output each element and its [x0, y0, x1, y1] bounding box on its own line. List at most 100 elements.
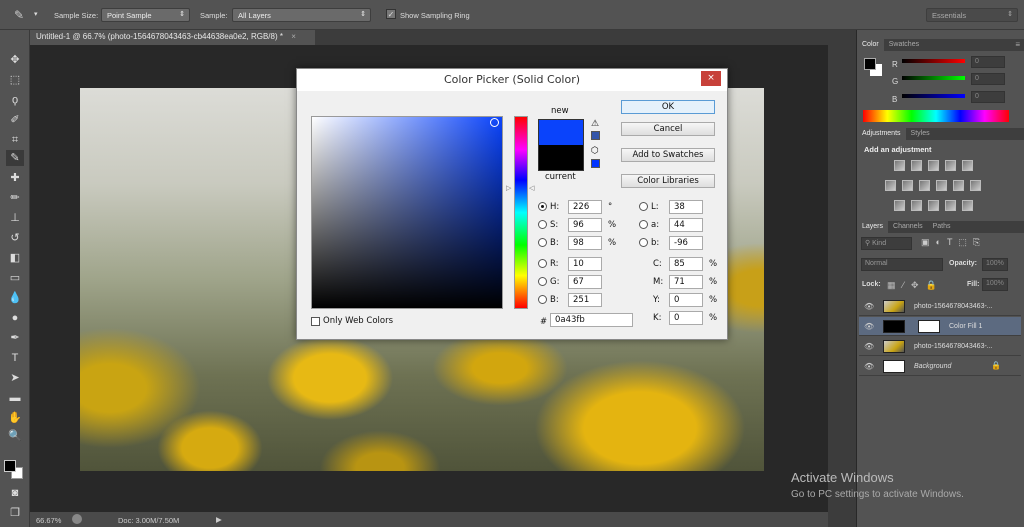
cmyk-1-input[interactable]: 71 — [669, 275, 703, 289]
hand-tool-icon[interactable]: ✋ — [6, 410, 24, 426]
layer-row[interactable]: 👁 photo-1564678043463-... — [859, 297, 1021, 316]
out-of-gamut-warning-icon[interactable]: ⚠ — [591, 119, 599, 129]
photo-filter-icon[interactable] — [936, 180, 947, 191]
exposure-icon[interactable] — [945, 160, 956, 171]
lab-0-radio[interactable] — [639, 202, 648, 211]
g-slider[interactable] — [902, 76, 965, 80]
rgb-1-radio[interactable] — [538, 277, 547, 286]
tab-adjustments[interactable]: Adjustments — [857, 128, 906, 140]
color-libraries-button[interactable]: Color Libraries — [621, 174, 715, 188]
r-slider[interactable] — [902, 59, 965, 63]
hsb-1-label-row[interactable]: S: — [538, 220, 558, 230]
lab-0-input[interactable]: 38 — [669, 200, 703, 214]
visibility-eye-icon[interactable]: 👁 — [864, 302, 874, 311]
b-slider[interactable] — [902, 94, 965, 98]
current-color-swatch[interactable] — [539, 145, 583, 170]
brightness-contrast-icon[interactable] — [894, 160, 905, 171]
levels-icon[interactable] — [911, 160, 922, 171]
tab-swatches[interactable]: Swatches — [884, 39, 924, 51]
hex-input[interactable]: 0a43fb — [550, 313, 633, 327]
zoom-level[interactable]: 66.67% — [36, 516, 61, 525]
hsb-1-input[interactable]: 96 — [568, 218, 602, 232]
cmyk-0-input[interactable]: 85 — [669, 257, 703, 271]
gradient-map-icon[interactable] — [962, 200, 973, 211]
workspace-select[interactable]: Essentials — [926, 8, 1018, 22]
gradient-tool-icon[interactable]: ▭ — [6, 270, 24, 286]
rgb-0-label-row[interactable]: R: — [538, 259, 559, 269]
type-tool-icon[interactable]: T — [6, 350, 24, 366]
cmyk-2-input[interactable]: 0 — [669, 293, 703, 307]
visibility-eye-icon[interactable]: 👁 — [864, 342, 874, 351]
color-lookup-icon[interactable] — [970, 180, 981, 191]
document-tab[interactable]: Untitled-1 @ 66.7% (photo-1564678043463-… — [30, 30, 315, 45]
dodge-tool-icon[interactable]: ● — [6, 310, 24, 326]
cancel-button[interactable]: Cancel — [621, 122, 715, 136]
rgb-0-radio[interactable] — [538, 259, 547, 268]
panel-menu-icon[interactable]: ≡ — [1015, 40, 1020, 49]
quick-select-tool-icon[interactable]: ✐ — [6, 112, 24, 128]
hue-saturation-icon[interactable] — [885, 180, 896, 191]
rgb-2-radio[interactable] — [538, 295, 547, 304]
crop-tool-icon[interactable]: ⌗ — [6, 132, 24, 148]
color-field[interactable] — [311, 116, 503, 309]
rgb-0-input[interactable]: 10 — [568, 257, 602, 271]
healing-brush-tool-icon[interactable]: ✚ — [6, 170, 24, 186]
g-value[interactable]: 0 — [971, 73, 1005, 85]
curves-icon[interactable] — [928, 160, 939, 171]
layer-filter-icons[interactable]: ▣◐T⬚⎘ — [921, 237, 986, 248]
layer-row[interactable]: 👁 photo-1564678043463-... — [859, 337, 1021, 356]
hue-slider-right-arrow-icon[interactable]: ◁ — [529, 184, 534, 192]
hsb-0-label-row[interactable]: H: — [538, 202, 559, 212]
r-value[interactable]: 0 — [971, 56, 1005, 68]
show-sampling-ring-checkbox[interactable]: ✓ — [386, 9, 396, 19]
hue-slider-left-arrow-icon[interactable]: ▷ — [506, 184, 511, 192]
only-web-colors-checkbox[interactable] — [311, 317, 320, 326]
status-info-icon[interactable] — [72, 514, 82, 524]
eyedropper-tool-icon[interactable]: ✎ — [14, 8, 24, 22]
color-spectrum-ramp[interactable] — [863, 110, 1009, 122]
hsb-2-radio[interactable] — [538, 238, 547, 247]
color-picker-ring[interactable] — [490, 118, 499, 127]
lock-icons[interactable]: ▦⁄✥🔒 — [887, 280, 944, 291]
hsb-2-label-row[interactable]: B: — [538, 238, 559, 248]
pen-tool-icon[interactable]: ✒ — [6, 330, 24, 346]
rgb-2-label-row[interactable]: B: — [538, 295, 559, 305]
threshold-icon[interactable] — [928, 200, 939, 211]
move-tool-icon[interactable]: ✥ — [6, 52, 24, 68]
rgb-2-input[interactable]: 251 — [568, 293, 602, 307]
zoom-tool-icon[interactable]: 🔍 — [6, 428, 24, 444]
selective-color-icon[interactable] — [945, 200, 956, 211]
ok-button[interactable]: OK — [621, 100, 715, 114]
rgb-1-input[interactable]: 67 — [568, 275, 602, 289]
lasso-tool-icon[interactable]: ϙ — [6, 92, 24, 108]
gamut-color-swatch[interactable] — [591, 131, 600, 140]
path-selection-tool-icon[interactable]: ➤ — [6, 370, 24, 386]
color-balance-icon[interactable] — [902, 180, 913, 191]
visibility-eye-icon[interactable]: 👁 — [864, 362, 874, 371]
lab-2-label-row[interactable]: b: — [639, 238, 659, 248]
hsb-0-radio[interactable] — [538, 202, 547, 211]
tab-color[interactable]: Color — [857, 39, 884, 51]
close-dialog-button[interactable]: × — [701, 71, 721, 86]
vibrance-icon[interactable] — [962, 160, 973, 171]
lab-2-input[interactable]: -96 — [669, 236, 703, 250]
lab-0-label-row[interactable]: L: — [639, 202, 659, 212]
tab-channels[interactable]: Channels — [888, 221, 928, 233]
lab-1-radio[interactable] — [639, 220, 648, 229]
black-white-icon[interactable] — [919, 180, 930, 191]
lab-2-radio[interactable] — [639, 238, 648, 247]
tab-styles[interactable]: Styles — [906, 128, 935, 140]
hsb-2-input[interactable]: 98 — [568, 236, 602, 250]
layer-mask-thumbnail[interactable] — [918, 320, 940, 333]
visibility-eye-icon[interactable]: 👁 — [864, 322, 874, 331]
tab-paths[interactable]: Paths — [928, 221, 956, 233]
foreground-color-swatch[interactable] — [864, 58, 876, 70]
b-value[interactable]: 0 — [971, 91, 1005, 103]
channel-mixer-icon[interactable] — [953, 180, 964, 191]
invert-icon[interactable] — [894, 200, 905, 211]
layer-filter-select[interactable]: ⚲ Kind — [861, 237, 912, 250]
foreground-color-swatch[interactable] — [4, 460, 16, 472]
status-menu-arrow-icon[interactable]: ▶ — [216, 515, 222, 524]
blend-mode-select[interactable]: Normal — [861, 258, 943, 271]
shape-tool-icon[interactable]: ▬ — [6, 390, 24, 406]
